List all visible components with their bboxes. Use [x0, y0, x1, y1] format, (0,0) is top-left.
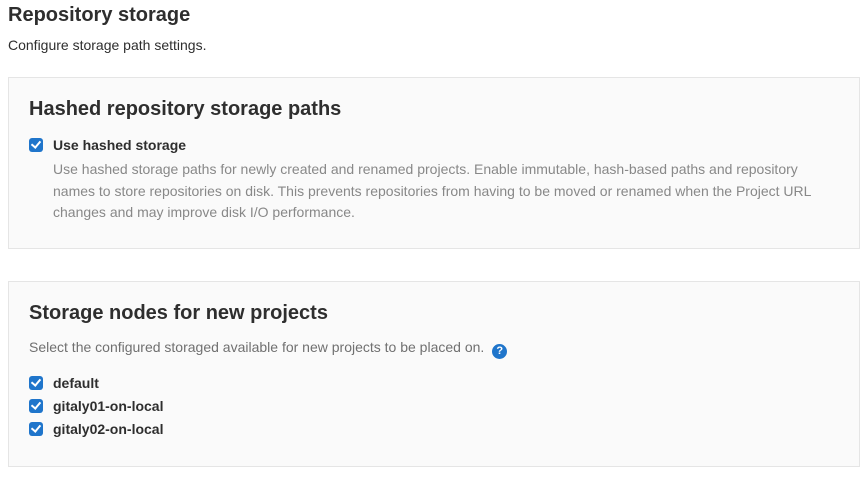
nodes-panel-title: Storage nodes for new projects — [29, 302, 839, 325]
storage-node-row-gitaly02: gitaly02-on-local — [29, 419, 839, 439]
use-hashed-storage-label[interactable]: Use hashed storage — [53, 135, 186, 155]
help-icon[interactable]: ? — [492, 344, 507, 359]
use-hashed-storage-row: Use hashed storage — [29, 135, 839, 155]
hashed-storage-panel: Hashed repository storage paths Use hash… — [8, 77, 860, 249]
page-subtitle: Configure storage path settings. — [8, 37, 860, 53]
storage-node-label[interactable]: gitaly01-on-local — [53, 396, 163, 416]
use-hashed-storage-checkbox[interactable] — [29, 138, 43, 152]
hashed-panel-title: Hashed repository storage paths — [29, 98, 839, 121]
storage-node-checkbox-gitaly02[interactable] — [29, 422, 43, 436]
storage-node-label[interactable]: default — [53, 373, 99, 393]
storage-node-label[interactable]: gitaly02-on-local — [53, 419, 163, 439]
storage-node-checkbox-gitaly01[interactable] — [29, 399, 43, 413]
storage-nodes-list: default gitaly01-on-local gitaly02-on-lo… — [29, 373, 839, 439]
storage-nodes-panel: Storage nodes for new projects Select th… — [8, 281, 860, 467]
storage-node-checkbox-default[interactable] — [29, 376, 43, 390]
nodes-panel-description-text: Select the configured storaged available… — [29, 339, 484, 355]
hashed-storage-help-text: Use hashed storage paths for newly creat… — [53, 159, 839, 224]
page-title: Repository storage — [8, 4, 860, 27]
storage-node-row-default: default — [29, 373, 839, 393]
nodes-panel-description: Select the configured storaged available… — [29, 339, 839, 359]
storage-node-row-gitaly01: gitaly01-on-local — [29, 396, 839, 416]
